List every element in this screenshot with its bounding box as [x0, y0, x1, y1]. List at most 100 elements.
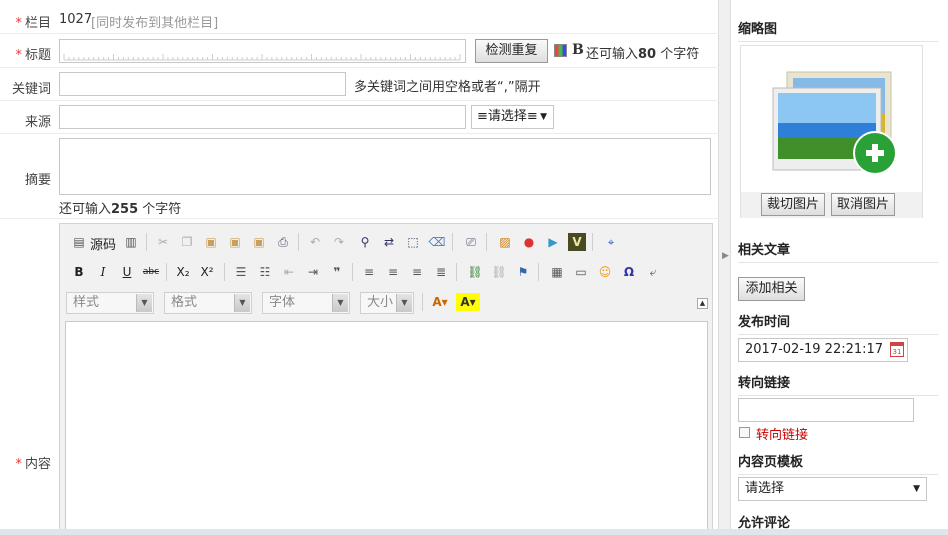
collapse-toolbar-icon[interactable]: ▲ — [697, 298, 708, 309]
publish-time-input[interactable]: 2017-02-19 22:21:17 31 — [738, 338, 908, 362]
align-justify-icon[interactable]: ≣ — [432, 263, 450, 281]
title-input[interactable] — [59, 39, 466, 63]
superscript-button[interactable]: X² — [198, 263, 216, 281]
anchor-flag-icon[interactable]: ⚑ — [514, 263, 532, 281]
source-select[interactable]: ≡请选择≡ ▼ — [471, 105, 554, 129]
italic-button[interactable]: I — [94, 263, 112, 281]
source-button[interactable]: 源码 — [90, 234, 116, 253]
separator — [298, 233, 299, 251]
column-id: 1027 — [59, 12, 93, 27]
keywords-input[interactable] — [59, 72, 346, 96]
undo-icon[interactable]: ↶ — [306, 233, 324, 251]
chevron-down-icon: ▼ — [136, 294, 152, 312]
summary-label: 摘要 — [24, 173, 51, 188]
subscript-button[interactable]: X₂ — [174, 263, 192, 281]
column-row: * 栏目 1027 [同时发布到其他栏目] — [0, 0, 719, 34]
separator — [456, 263, 457, 281]
align-left-icon[interactable]: ≡ — [360, 263, 378, 281]
unlink-icon[interactable]: ⛓ — [490, 263, 508, 281]
source-row: 来源 ≡请选择≡ ▼ — [0, 101, 719, 134]
panel-splitter[interactable]: ▶ — [719, 0, 731, 535]
rich-text-editor: ▤ 源码 ▥ ✂ ❐ ▣ ▣ ▣ ⎙ ↶ ↷ ⚲ ⇄ ⬚ ⌫ ⎚ ▨ ● ▶ V… — [59, 223, 713, 535]
template-select[interactable]: 请选择 ▼ — [738, 477, 927, 501]
numbered-list-icon[interactable]: ☰ — [232, 263, 250, 281]
align-right-icon[interactable]: ≡ — [408, 263, 426, 281]
link-icon[interactable]: ⛓ — [466, 263, 484, 281]
video-icon[interactable]: V — [568, 233, 586, 251]
publish-time-title: 发布时间 — [738, 311, 938, 335]
table-icon[interactable]: ▦ — [548, 263, 566, 281]
check-duplicate-button[interactable]: 检测重复 — [475, 39, 548, 63]
bulleted-list-icon[interactable]: ☷ — [256, 263, 274, 281]
separator — [422, 293, 423, 311]
cut-icon[interactable]: ✂ — [154, 233, 172, 251]
paste-text-icon[interactable]: ▣ — [226, 233, 244, 251]
collapse-arrow-icon[interactable]: ▶ — [722, 251, 729, 261]
style-combo[interactable]: 样式 ▼ — [66, 292, 154, 314]
redirect-url-input[interactable] — [738, 398, 914, 422]
editor-content-area[interactable] — [65, 321, 708, 535]
editor-toolbar-row-1: ▤ 源码 ▥ ✂ ❐ ▣ ▣ ▣ ⎙ ↶ ↷ ⚲ ⇄ ⬚ ⌫ ⎚ ▨ ● ▶ V… — [66, 230, 706, 256]
thumbnail-box: 裁切图片 取消图片 — [740, 45, 923, 218]
print-icon[interactable]: ⎙ — [274, 233, 292, 251]
separator — [352, 263, 353, 281]
indent-icon[interactable]: ⇥ — [304, 263, 322, 281]
outdent-icon[interactable]: ⇤ — [280, 263, 298, 281]
strikethrough-button[interactable]: abc — [142, 263, 160, 281]
preview-icon[interactable]: ⎚ — [462, 233, 480, 251]
calendar-icon[interactable]: 31 — [890, 342, 904, 357]
special-char-button[interactable]: Ω — [620, 263, 638, 281]
title-row: * 标题 检测重复 B 还可输入80 个字符 — [0, 34, 719, 68]
content-label: * 内容 — [15, 457, 51, 472]
format-combo[interactable]: 格式 ▼ — [164, 292, 252, 314]
source-doc-icon: ▤ — [73, 235, 85, 249]
bold-button[interactable]: B — [70, 263, 88, 281]
paste-icon[interactable]: ▣ — [202, 233, 220, 251]
summary-remaining-text: 还可输入255 个字符 — [59, 202, 182, 217]
thumbnail-actions: 裁切图片 取消图片 — [741, 192, 922, 218]
image-icon[interactable]: ▨ — [496, 233, 514, 251]
redirect-checkbox-label[interactable]: 转向链接 — [756, 424, 808, 443]
blockquote-button[interactable]: ❞ — [328, 263, 346, 281]
align-center-icon[interactable]: ≡ — [384, 263, 402, 281]
chevron-down-icon: ▼ — [234, 294, 250, 312]
crop-image-button[interactable]: 裁切图片 — [761, 193, 825, 216]
chevron-down-icon: ▼ — [396, 294, 412, 312]
background-color-icon[interactable]: A▾ — [456, 293, 480, 311]
redirect-checkbox[interactable] — [739, 427, 750, 438]
bold-title-icon[interactable]: B — [572, 42, 584, 58]
separator — [224, 263, 225, 281]
text-color-icon[interactable]: A▾ — [428, 293, 452, 311]
find-icon[interactable]: ⚲ — [356, 233, 374, 251]
editor-toolbar-row-2: B I U abc X₂ X² ☰ ☷ ⇤ ⇥ ❞ ≡ ≡ ≡ ≣ ⛓ ⛓ ⚑ … — [66, 260, 706, 286]
redo-icon[interactable]: ↷ — [330, 233, 348, 251]
chevron-down-icon: ▼ — [913, 484, 920, 494]
media-icon[interactable]: ▶ — [544, 233, 562, 251]
page-break-icon[interactable]: ⤶ — [644, 263, 662, 281]
emoticon-icon[interactable]: ☺ — [596, 263, 614, 281]
select-all-icon[interactable]: ⬚ — [404, 233, 422, 251]
source-input[interactable] — [59, 105, 466, 129]
maximize-icon[interactable]: ⌖ — [602, 233, 620, 251]
separator — [538, 263, 539, 281]
color-picker-icon[interactable] — [554, 44, 567, 57]
column-label: * 栏目 — [15, 16, 51, 31]
template-icon[interactable]: ▥ — [122, 233, 140, 251]
add-picture-icon[interactable] — [769, 66, 909, 176]
editor-toolbar-row-3: 样式 ▼ 格式 ▼ 字体 ▼ 大小 ▼ A▾ A▾ ▲ — [66, 290, 710, 316]
paste-word-icon[interactable]: ▣ — [250, 233, 268, 251]
column-sync-link[interactable]: [同时发布到其他栏目] — [91, 12, 218, 31]
add-related-button[interactable]: 添加相关 — [738, 277, 805, 301]
flash-icon[interactable]: ● — [520, 233, 538, 251]
copy-icon[interactable]: ❐ — [178, 233, 196, 251]
remove-format-icon[interactable]: ⌫ — [428, 233, 446, 251]
chevron-down-icon: ▼ — [332, 294, 348, 312]
font-combo[interactable]: 字体 ▼ — [262, 292, 350, 314]
horizontal-rule-icon[interactable]: ▭ — [572, 263, 590, 281]
separator — [452, 233, 453, 251]
underline-button[interactable]: U — [118, 263, 136, 281]
summary-textarea[interactable] — [59, 138, 711, 195]
size-combo[interactable]: 大小 ▼ — [360, 292, 414, 314]
cancel-image-button[interactable]: 取消图片 — [831, 193, 895, 216]
replace-icon[interactable]: ⇄ — [380, 233, 398, 251]
